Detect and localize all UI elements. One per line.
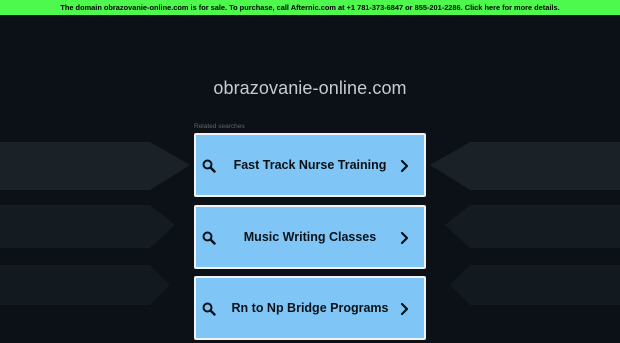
magnifier-icon [202, 231, 216, 245]
domain-title: obrazovanie-online.com [213, 78, 407, 98]
chevron-right-icon [400, 302, 409, 316]
related-searches-heading: Related searches [194, 123, 245, 130]
chevron-right-icon [400, 159, 409, 173]
related-link-fast-track-nurse-training[interactable]: Fast Track Nurse Training [194, 133, 426, 197]
chevron-right-icon [400, 231, 409, 245]
magnifier-icon [202, 159, 216, 173]
related-link-label: Music Writing Classes [243, 230, 377, 244]
related-link-label: Fast Track Nurse Training [233, 158, 387, 172]
related-link-rn-to-np-bridge-programs[interactable]: Rn to Np Bridge Programs [194, 276, 426, 340]
related-link-music-writing-classes[interactable]: Music Writing Classes [194, 205, 426, 269]
magnifier-icon [202, 302, 216, 316]
related-link-label: Rn to Np Bridge Programs [231, 301, 389, 315]
